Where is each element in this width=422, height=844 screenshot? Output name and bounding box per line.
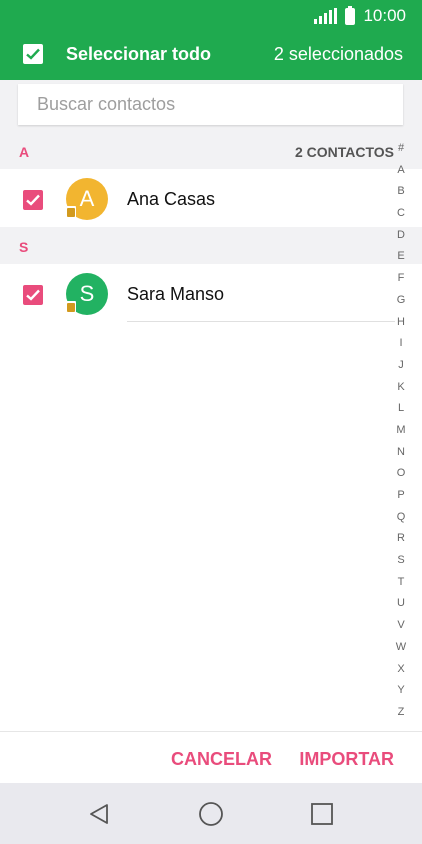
contact-row[interactable]: S Sara Manso — [0, 264, 395, 322]
contact-checkbox[interactable] — [23, 190, 43, 210]
contact-row[interactable]: A Ana Casas — [0, 169, 395, 227]
index-letter[interactable]: W — [394, 637, 408, 659]
index-letter[interactable]: H — [394, 312, 408, 334]
index-letter[interactable]: V — [394, 615, 408, 637]
selected-count: 2 seleccionados — [273, 44, 403, 64]
index-letter[interactable]: E — [394, 246, 408, 268]
index-letter[interactable]: G — [394, 290, 408, 312]
cancel-button[interactable]: CANCELAR — [171, 749, 272, 770]
index-letter[interactable]: L — [394, 398, 408, 420]
app-header: 10:00 Seleccionar todo 2 seleccionados — [0, 0, 422, 80]
home-circle-icon[interactable] — [197, 800, 225, 828]
index-letter[interactable]: B — [394, 181, 408, 203]
index-letter[interactable]: S — [394, 550, 408, 572]
select-all-checkbox[interactable] — [23, 44, 43, 64]
status-bar: 10:00 — [314, 5, 406, 26]
contact-import-screen: 10:00 Seleccionar todo 2 seleccionados A… — [0, 0, 422, 844]
back-triangle-icon[interactable] — [85, 800, 113, 828]
index-letter[interactable]: C — [394, 203, 408, 225]
index-letter[interactable]: T — [394, 572, 408, 594]
index-letter[interactable]: N — [394, 442, 408, 464]
alphabet-index[interactable]: # A B C D E F G H I J K L M N O P Q R S T U V W X Y Z — [394, 138, 408, 724]
contact-name: Ana Casas — [127, 189, 216, 209]
section-header-a: A 2 CONTACTOS — [0, 132, 422, 169]
search-container — [0, 80, 422, 132]
index-letter[interactable]: # — [394, 138, 408, 160]
checkmark-icon — [26, 289, 40, 301]
section-letter: A — [19, 144, 30, 160]
row-divider — [127, 321, 395, 322]
signal-icon — [314, 8, 338, 24]
index-letter[interactable]: Q — [394, 507, 408, 529]
index-letter[interactable]: J — [394, 355, 408, 377]
battery-icon — [345, 5, 356, 25]
index-letter[interactable]: O — [394, 463, 408, 485]
contacts-count: 2 CONTACTOS — [294, 144, 394, 160]
index-letter[interactable]: M — [394, 420, 408, 442]
section-header-s: S — [0, 227, 422, 264]
index-letter[interactable]: D — [394, 225, 408, 247]
index-letter[interactable]: Y — [394, 680, 408, 702]
action-bar: CANCELAR IMPORTAR — [0, 731, 422, 783]
search-input[interactable] — [18, 84, 403, 125]
checkmark-icon — [26, 48, 40, 60]
sim-card-icon — [66, 301, 76, 314]
navigation-bar — [0, 783, 422, 844]
index-letter[interactable]: F — [394, 268, 408, 290]
import-button[interactable]: IMPORTAR — [299, 749, 394, 770]
index-letter[interactable]: A — [394, 160, 408, 182]
contact-checkbox[interactable] — [23, 285, 43, 305]
recents-square-icon[interactable] — [308, 800, 336, 828]
contact-name: Sara Manso — [127, 284, 225, 304]
section-letter: S — [19, 239, 29, 255]
index-letter[interactable]: I — [394, 333, 408, 355]
index-letter[interactable]: P — [394, 485, 408, 507]
checkmark-icon — [26, 194, 40, 206]
index-letter[interactable]: R — [394, 528, 408, 550]
index-letter[interactable]: U — [394, 593, 408, 615]
status-time: 10:00 — [363, 6, 406, 25]
select-all-label[interactable]: Seleccionar todo — [66, 44, 211, 65]
index-letter[interactable]: Z — [394, 702, 408, 724]
sim-card-icon — [66, 206, 76, 219]
index-letter[interactable]: X — [394, 659, 408, 681]
index-letter[interactable]: K — [394, 377, 408, 399]
